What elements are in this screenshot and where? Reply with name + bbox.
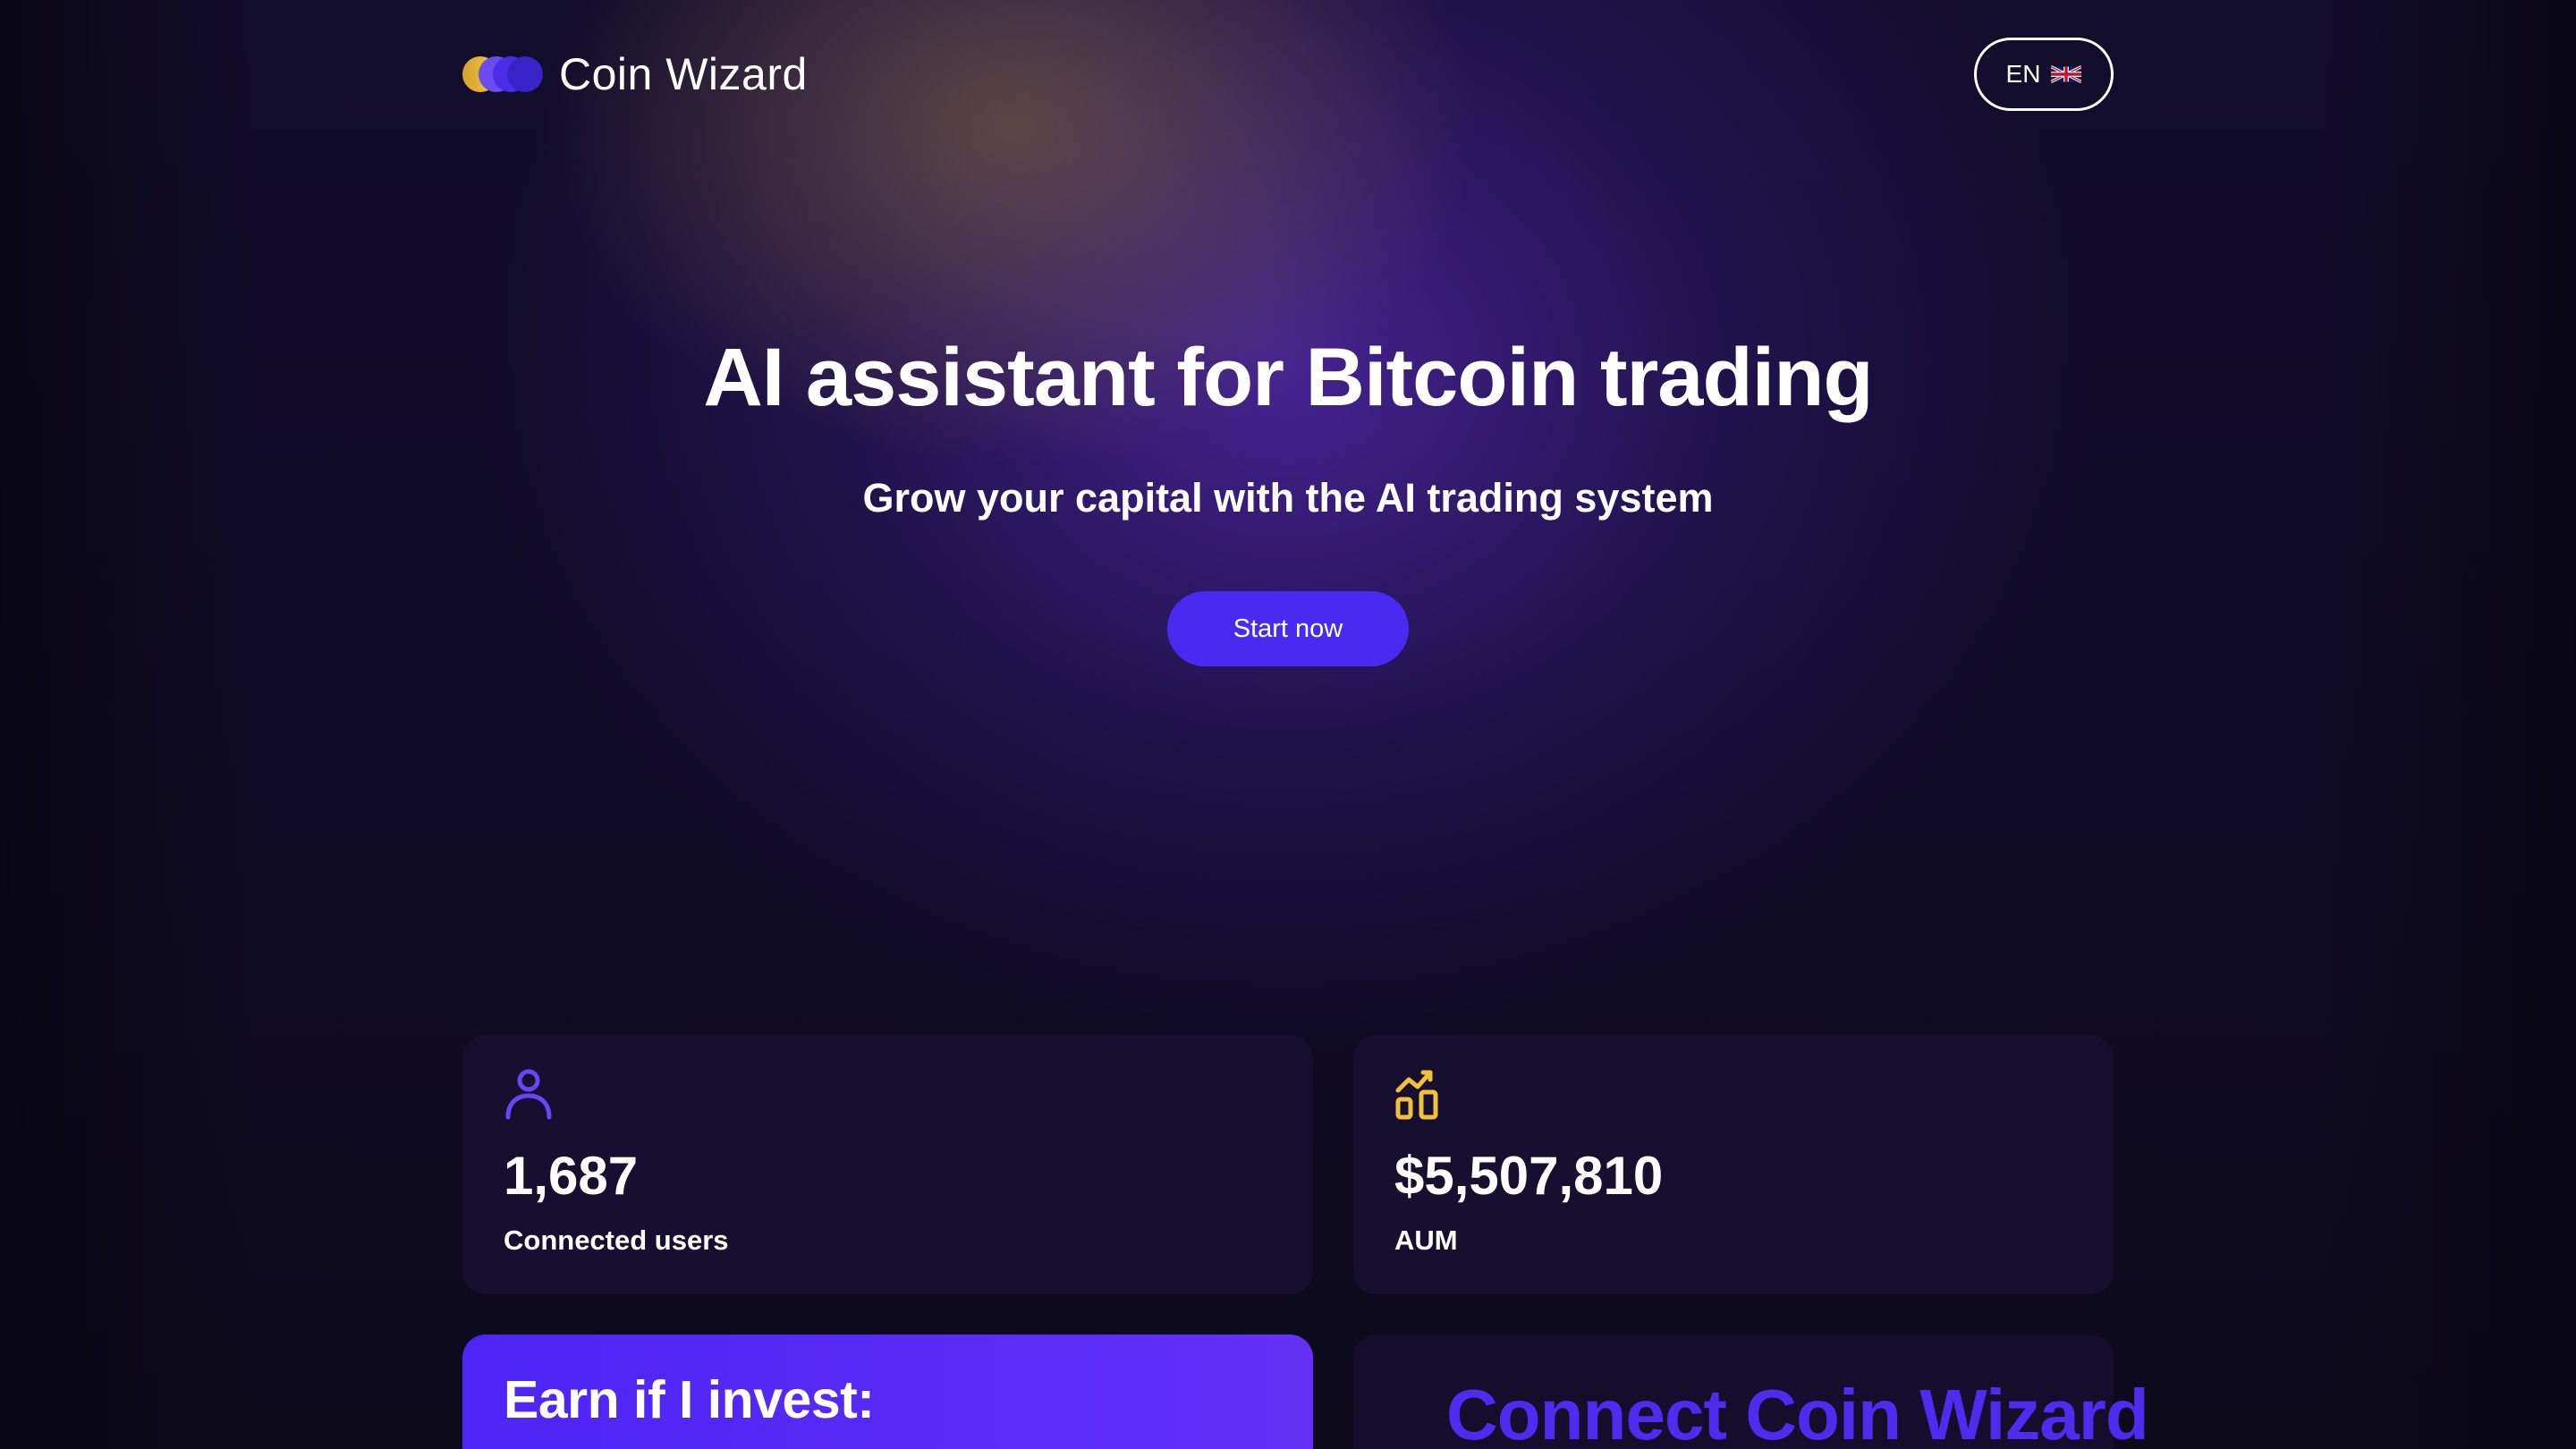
uk-flag-icon (2051, 64, 2082, 84)
earn-card-title: Earn if I invest: (504, 1370, 875, 1429)
aum-label: AUM (1394, 1224, 1458, 1256)
aum-card: $5,507,810 AUM (1353, 1035, 2114, 1294)
coin-logo-icon (462, 56, 543, 92)
connected-users-label: Connected users (504, 1224, 729, 1256)
language-selector-button[interactable]: EN (1974, 38, 2114, 111)
right-vignette (2317, 0, 2576, 1449)
earn-calculator-card: Earn if I invest: (462, 1335, 1313, 1449)
site-header: Coin Wizard EN (462, 36, 2114, 116)
start-now-button[interactable]: Start now (1167, 591, 1409, 666)
landing-page: Coin Wizard EN AI assistant for Bitcoin … (0, 0, 2576, 1449)
language-label: EN (2005, 60, 2041, 88)
hero-title: AI assistant for Bitcoin trading (703, 332, 1873, 423)
connected-users-value: 1,687 (504, 1146, 639, 1206)
connect-card-title: Connect Coin Wizard (1446, 1375, 2149, 1449)
aum-value: $5,507,810 (1394, 1146, 1664, 1206)
brand-name: Coin Wizard (559, 49, 808, 99)
connected-users-card: 1,687 Connected users (462, 1035, 1313, 1294)
hero-subtitle: Grow your capital with the AI trading sy… (862, 475, 1714, 521)
user-icon (505, 1069, 552, 1120)
brand-logo[interactable]: Coin Wizard (462, 52, 808, 97)
chart-growth-icon (1395, 1070, 1438, 1120)
connect-card: Connect Coin Wizard (1353, 1335, 2149, 1449)
left-vignette (0, 0, 259, 1449)
